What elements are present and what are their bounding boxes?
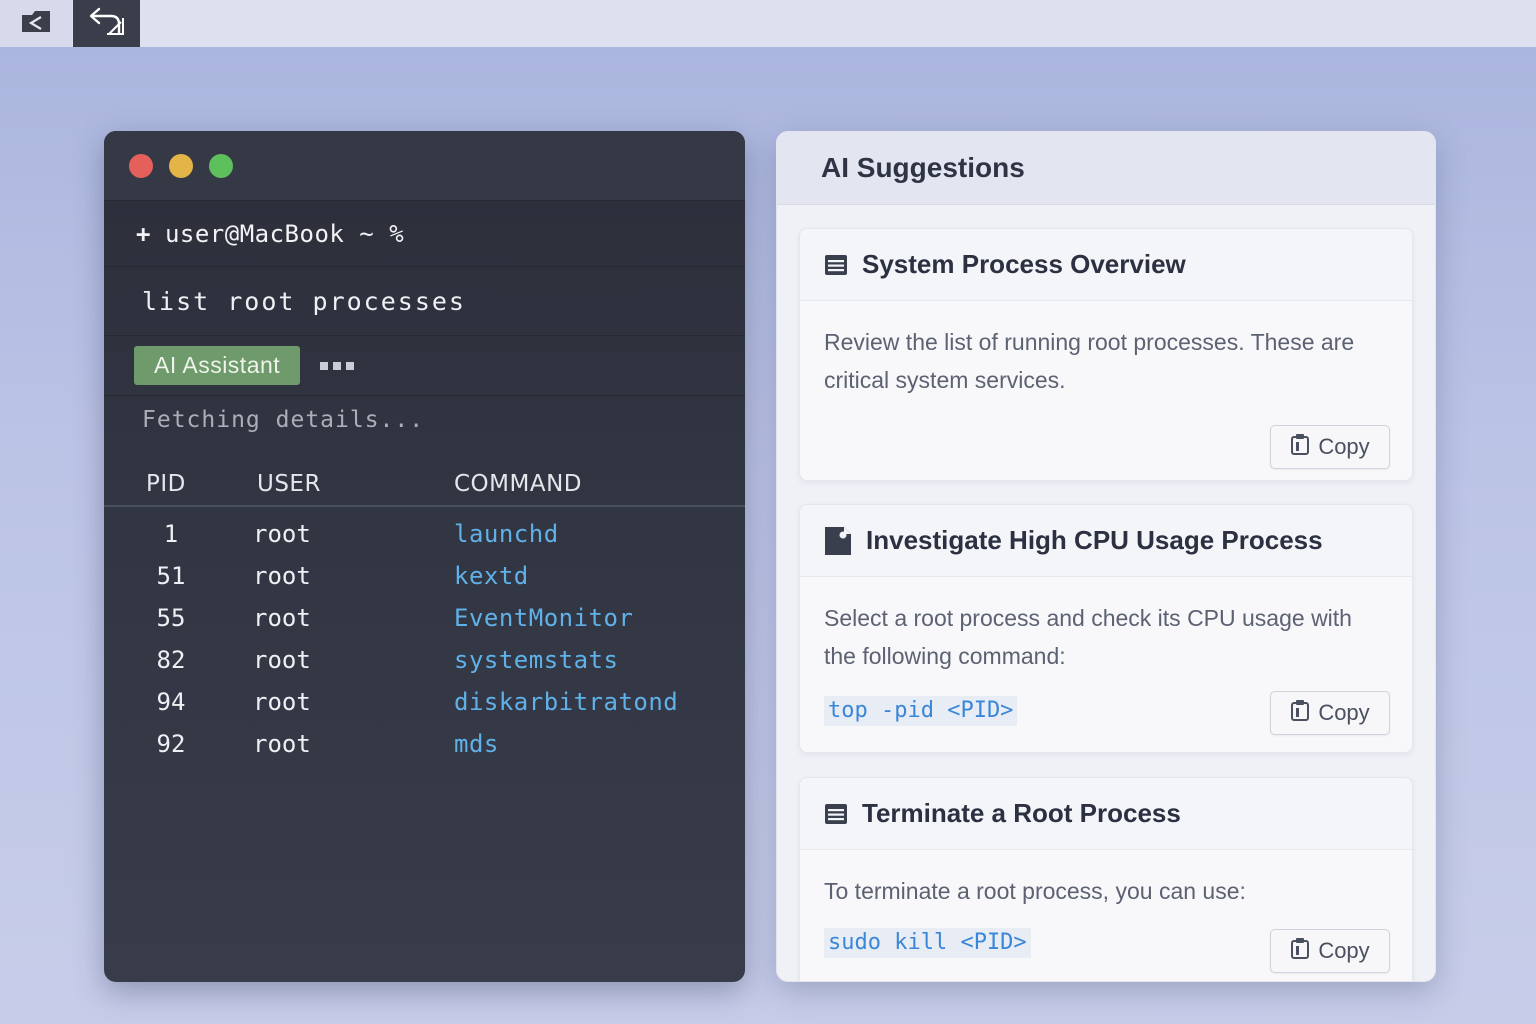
copy-button[interactable]: Copy	[1270, 929, 1390, 973]
table-row: 55 root EventMonitor	[104, 598, 745, 640]
ai-assistant-badge[interactable]: AI Assistant	[134, 346, 301, 385]
table-row: 92 root mds	[104, 724, 745, 766]
clipboard-icon	[1290, 699, 1310, 727]
cell-command: mds	[454, 730, 499, 758]
cell-pid: 51	[156, 562, 186, 590]
cell-pid: 55	[156, 604, 186, 632]
new-tab-icon[interactable]: +	[136, 220, 151, 248]
column-header-command: COMMAND	[454, 471, 583, 497]
list-icon	[824, 803, 848, 825]
copy-button[interactable]: Copy	[1270, 691, 1390, 735]
suggestion-card-cpu: Investigate High CPU Usage Process Selec…	[799, 504, 1413, 753]
command-input[interactable]: list root processes	[104, 267, 745, 336]
code-snippet[interactable]: top -pid <PID>	[824, 696, 1018, 726]
cell-pid: 82	[156, 646, 186, 674]
cell-command: EventMonitor	[454, 604, 634, 632]
zoom-window-button[interactable]	[209, 154, 233, 178]
terminal-prompt: + user@MacBook ~ %	[104, 201, 745, 267]
top-toolbar	[0, 0, 1536, 47]
suggestion-card-overview: System Process Overview Review the list …	[799, 228, 1413, 481]
cell-user: root	[253, 562, 311, 590]
column-header-user: USER	[257, 471, 321, 497]
card-description: To terminate a root process, you can use…	[824, 878, 1246, 904]
cell-command: systemstats	[454, 646, 619, 674]
cell-command: diskarbitratond	[454, 688, 679, 716]
copy-button[interactable]: Copy	[1270, 425, 1390, 469]
undo-arrow-icon	[85, 4, 129, 43]
cell-user: root	[253, 730, 311, 758]
panel-title: AI Suggestions	[777, 132, 1435, 205]
cell-pid: 94	[156, 688, 186, 716]
terminal-window: + user@MacBook ~ % list root processes A…	[104, 131, 745, 982]
undo-button[interactable]	[73, 0, 140, 47]
loading-dots-icon	[320, 361, 355, 370]
assistant-row: AI Assistant	[104, 336, 745, 396]
close-window-button[interactable]	[129, 154, 153, 178]
table-row: 51 root kextd	[104, 556, 745, 598]
card-header: System Process Overview	[800, 229, 1412, 301]
copy-label: Copy	[1318, 434, 1370, 459]
terminal-titlebar	[104, 131, 745, 201]
cell-user: root	[253, 688, 311, 716]
ai-suggestions-panel: AI Suggestions System Process Overview R…	[776, 131, 1436, 982]
table-row: 82 root systemstats	[104, 640, 745, 682]
cell-user: root	[253, 520, 311, 548]
table-row: 1 root launchd	[104, 514, 745, 556]
suggestion-card-terminate: Terminate a Root Process To terminate a …	[799, 777, 1413, 981]
clipboard-icon	[1290, 433, 1310, 461]
card-header: Investigate High CPU Usage Process	[800, 505, 1412, 577]
column-header-pid: PID	[146, 471, 186, 497]
card-description: Select a root process and check its CPU …	[824, 605, 1352, 669]
code-snippet[interactable]: sudo kill <PID>	[824, 928, 1031, 958]
copy-label: Copy	[1318, 938, 1370, 963]
prompt-text: user@MacBook ~ %	[164, 219, 405, 248]
code-text: top -pid <PID>	[824, 696, 1018, 726]
table-row: 94 root diskarbitratond	[104, 682, 745, 724]
document-icon	[824, 526, 852, 556]
cell-pid: 1	[163, 520, 179, 548]
clipboard-icon	[1290, 937, 1310, 965]
card-title: Terminate a Root Process	[862, 798, 1181, 828]
cell-user: root	[253, 604, 311, 632]
minimize-window-button[interactable]	[169, 154, 193, 178]
status-text: Fetching details...	[142, 407, 425, 433]
card-description: Review the list of running root processe…	[824, 329, 1355, 393]
copy-label: Copy	[1318, 700, 1370, 725]
cell-user: root	[253, 646, 311, 674]
process-table-header: PID USER COMMAND	[104, 461, 745, 507]
card-header: Terminate a Root Process	[800, 778, 1412, 850]
card-title: System Process Overview	[862, 249, 1186, 279]
back-window-icon	[19, 6, 53, 41]
cell-pid: 92	[156, 730, 186, 758]
list-icon	[824, 254, 848, 276]
cell-command: kextd	[454, 562, 529, 590]
cell-command: launchd	[454, 520, 559, 548]
back-window-button[interactable]	[0, 0, 72, 47]
command-text: list root processes	[142, 286, 466, 316]
card-title: Investigate High CPU Usage Process	[866, 525, 1323, 555]
code-text: sudo kill <PID>	[824, 928, 1031, 958]
